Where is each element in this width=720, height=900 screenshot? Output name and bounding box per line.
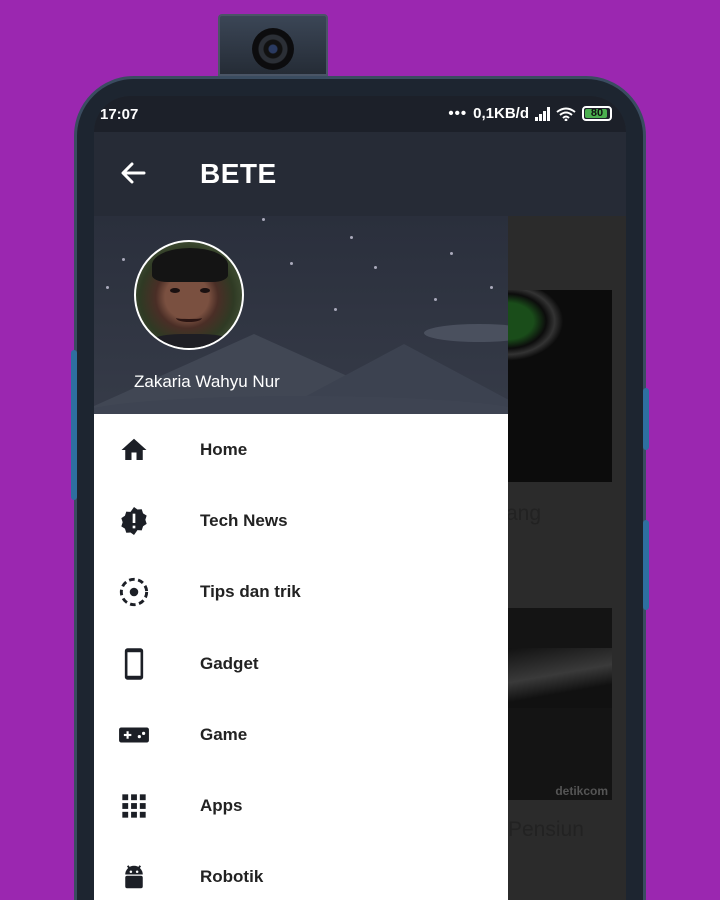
- android-icon: [118, 861, 150, 893]
- background-partial-text: ang: [506, 502, 542, 525]
- drawer-item-tech-news[interactable]: Tech News: [94, 485, 508, 556]
- phone-side-button-left: [71, 350, 77, 500]
- user-name: Zakaria Wahyu Nur: [134, 372, 280, 391]
- drawer-item-tips-dan-trik[interactable]: Tips dan trik: [94, 557, 508, 628]
- drawer-item-label: Tech News: [200, 510, 288, 530]
- status-time: 17:07: [100, 106, 139, 123]
- drawer-item-label: Home: [200, 439, 248, 459]
- wifi-icon: [556, 107, 576, 121]
- network-speed: 0,1KB/d: [473, 105, 529, 122]
- phone-power-button: [643, 388, 649, 450]
- drawer-header: Zakaria Wahyu Nur: [94, 216, 508, 414]
- status-bar: 17:07 ••• 0,1KB/d 80: [94, 96, 626, 132]
- image-watermark: detikcom: [555, 784, 608, 798]
- gamepad-icon: [118, 719, 150, 751]
- alert-badge-icon: [118, 505, 150, 537]
- phone-screen: 17:07 ••• 0,1KB/d 80 BETE 0: [94, 96, 626, 900]
- signal-icon: [535, 106, 550, 121]
- drawer-item-home[interactable]: Home: [94, 414, 508, 485]
- battery-level: 80: [590, 107, 604, 119]
- article-thumbnail: [504, 290, 612, 482]
- apps-grid-icon: [118, 790, 150, 822]
- home-icon: [118, 434, 150, 466]
- avatar[interactable]: [134, 240, 244, 350]
- notification-dots: •••: [448, 105, 468, 122]
- drawer-item-label: Gadget: [200, 653, 259, 673]
- drawer-item-label: Apps: [200, 796, 243, 816]
- article-thumbnail: detikcom: [504, 608, 612, 800]
- drawer-item-apps[interactable]: Apps: [94, 770, 508, 841]
- phone-volume-button: [643, 520, 649, 610]
- smartphone-icon: [118, 647, 150, 680]
- navigation-drawer: Zakaria Wahyu Nur Home Tech News Tips da…: [94, 216, 508, 900]
- popup-camera: [218, 14, 328, 76]
- drawer-item-robotik[interactable]: Robotik: [94, 842, 508, 900]
- drawer-item-label: Game: [200, 724, 248, 744]
- camera-lens-icon: [252, 28, 294, 70]
- dashed-circle-icon: [118, 576, 150, 608]
- drawer-item-game[interactable]: Game: [94, 699, 508, 770]
- drawer-item-label: Tips dan trik: [200, 582, 301, 602]
- app-bar: BETE: [94, 132, 626, 216]
- battery-icon: 80: [582, 106, 612, 121]
- app-title: BETE: [200, 158, 277, 189]
- drawer-menu: Home Tech News Tips dan trik Gadget Game…: [94, 414, 508, 900]
- arrow-left-icon[interactable]: [118, 158, 148, 188]
- drawer-item-label: Robotik: [200, 867, 264, 887]
- drawer-item-gadget[interactable]: Gadget: [94, 628, 508, 699]
- background-partial-text: Pensiun: [508, 818, 584, 841]
